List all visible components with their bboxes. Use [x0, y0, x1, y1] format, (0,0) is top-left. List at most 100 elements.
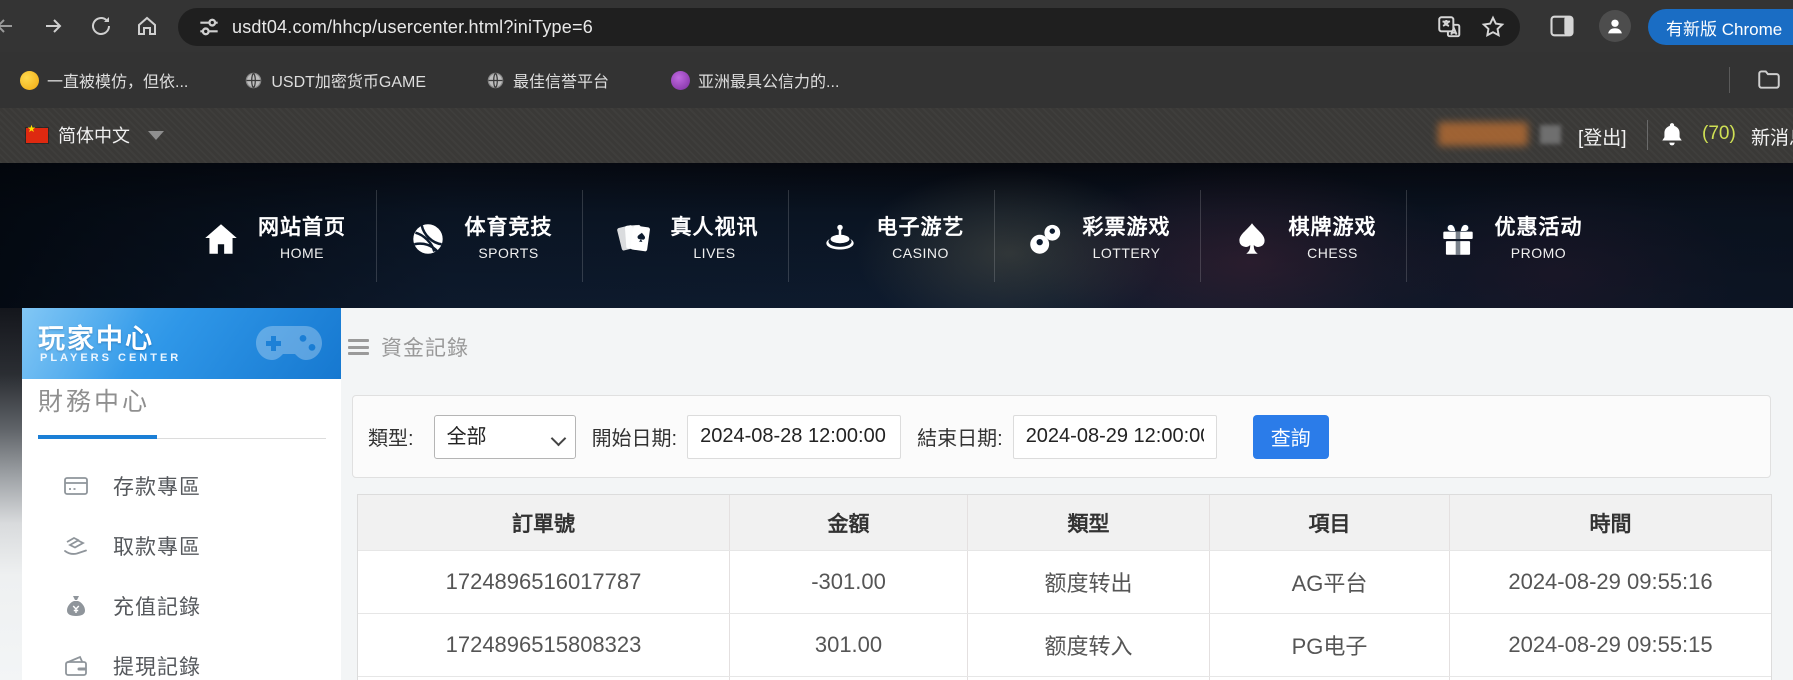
bell-icon[interactable]	[1659, 121, 1685, 147]
cell-time: 2024-08-29 09:55:15	[1449, 614, 1771, 676]
main-navigation: 网站首页 HOME 体育竞技 SPORTS 真人视讯 LIVES 电子游艺 CA…	[0, 163, 1793, 308]
sidebar-section-title: 財務中心	[38, 388, 151, 416]
nav-label-zh: 棋牌游戏	[1288, 215, 1377, 239]
profile-avatar[interactable]	[1599, 10, 1631, 42]
sidebar-item-withdrawal-records[interactable]: 提現記錄	[22, 636, 341, 680]
nav-label-zh: 彩票游戏	[1082, 215, 1171, 239]
nav-label-en: SPORTS	[478, 244, 539, 261]
menu-icon[interactable]	[348, 339, 369, 355]
bookmark-label: 最佳信誉平台	[513, 74, 610, 91]
funds-table: 訂單號 金額 類型 項目 時間 1724896516017787 -301.00…	[357, 494, 1772, 680]
folder-icon[interactable]	[1756, 66, 1782, 92]
wallet-icon	[63, 653, 89, 679]
nav-item-lottery[interactable]: 彩票游戏 LOTTERY	[994, 189, 1200, 282]
section-divider-accent	[38, 435, 157, 439]
table-row: 1724896516017787 -301.00 额度转出 AG平台 2024-…	[358, 550, 1771, 613]
sidebar-item-recharge-records[interactable]: 充值記錄	[22, 576, 341, 636]
lottery-balls-icon	[1025, 218, 1067, 260]
redacted-username	[1438, 122, 1528, 146]
playing-cards-icon	[613, 218, 655, 260]
bookmark-label: USDT加密货币GAME	[271, 74, 427, 91]
bookmark-label: 亚洲最具公信力的...	[698, 74, 840, 91]
notice-link[interactable]: 新消息	[1751, 123, 1793, 150]
end-date-input[interactable]	[1012, 414, 1217, 459]
cell-order-no: 1724896516017787	[445, 569, 642, 594]
search-button[interactable]: 查詢	[1252, 414, 1329, 459]
table-row-partial	[358, 676, 1771, 680]
bookmark-item[interactable]: 一直被模仿，但依...	[20, 68, 189, 92]
user-bar: 简体中文 [登出] (70) 新消息	[0, 108, 1793, 163]
sidebar-item-withdraw[interactable]: 取款專區	[22, 516, 341, 576]
nav-label-en: PROMO	[1510, 244, 1567, 261]
url-bar[interactable]: usdt04.com/hhcp/usercenter.html?iniType=…	[178, 8, 1520, 46]
bookmark-item[interactable]: 亚洲最具公信力的...	[671, 68, 839, 92]
column-header: 訂單號	[512, 512, 575, 536]
bookmarks-bar: 一直被模仿，但依... USDT加密货币GAME 最佳信誉平台 亚洲最具公信力的…	[0, 52, 1793, 108]
bank-card-icon	[63, 473, 89, 499]
nav-label-en: LOTTERY	[1092, 244, 1161, 261]
url-text[interactable]: usdt04.com/hhcp/usercenter.html?iniType=…	[232, 17, 593, 38]
reload-icon[interactable]	[86, 11, 116, 41]
bookmark-favicon	[671, 70, 691, 90]
nav-item-sports[interactable]: 体育竞技 SPORTS	[376, 189, 582, 282]
cell-item: PG电子	[1209, 614, 1449, 676]
nav-label-zh: 网站首页	[258, 215, 346, 239]
userbar-divider	[1647, 120, 1648, 150]
cell-amount: 301.00	[729, 614, 967, 676]
sidebar-item-label: 存款專區	[113, 476, 201, 499]
type-select[interactable]: 全部	[433, 414, 576, 459]
gift-icon	[1437, 218, 1479, 260]
content-area: 玩家中心 PLAYERS CENTER 財務中心 存款專區 取款專區 充值記錄 …	[0, 308, 1793, 680]
nav-item-promo[interactable]: 优惠活动 PROMO	[1406, 189, 1612, 282]
back-icon[interactable]	[0, 11, 20, 41]
nav-label-en: LIVES	[693, 244, 736, 261]
roulette-icon	[819, 218, 861, 260]
language-selector[interactable]: 简体中文	[26, 122, 164, 148]
column-header: 時間	[1449, 495, 1771, 550]
home-button-icon[interactable]	[132, 11, 162, 41]
chevron-down-icon	[148, 130, 164, 140]
hand-money-icon	[63, 533, 89, 559]
side-panel-icon[interactable]	[1548, 12, 1576, 40]
notice-count[interactable]: (70)	[1702, 123, 1736, 145]
nav-item-lives[interactable]: 真人视讯 LIVES	[582, 189, 788, 282]
nav-item-chess[interactable]: 棋牌游戏 CHESS	[1200, 189, 1406, 282]
type-select-wrap: 全部	[433, 414, 576, 459]
bookmark-item[interactable]: USDT加密货币GAME	[244, 68, 426, 92]
browser-toolbar: usdt04.com/hhcp/usercenter.html?iniType=…	[0, 0, 1793, 52]
column-header: 類型	[967, 495, 1209, 550]
nav-label-en: CHESS	[1307, 244, 1358, 261]
nav-item-casino[interactable]: 电子游艺 CASINO	[788, 189, 994, 282]
table-header-row: 訂單號 金額 類型 項目 時間	[358, 495, 1771, 550]
globe-icon	[244, 71, 263, 90]
chrome-update-button[interactable]: 有新版 Chrome	[1648, 9, 1793, 45]
site-info-icon[interactable]	[196, 14, 222, 40]
banner-subtitle: PLAYERS CENTER	[40, 352, 182, 364]
bookmark-star-icon[interactable]	[1480, 14, 1506, 40]
players-center-banner: 玩家中心 PLAYERS CENTER	[22, 308, 341, 379]
nav-label-zh: 体育竞技	[464, 215, 553, 239]
bookmark-item[interactable]: 最佳信誉平台	[486, 68, 609, 92]
nav-label-zh: 电子游艺	[876, 215, 965, 239]
cell-item: AG平台	[1209, 551, 1449, 613]
sidebar-item-deposit[interactable]: 存款專區	[22, 456, 341, 516]
bookmark-favicon	[20, 70, 39, 90]
nav-label-zh: 真人视讯	[670, 215, 759, 239]
end-date-label: 結束日期:	[917, 428, 1003, 450]
nav-label-en: HOME	[280, 244, 324, 261]
bookmark-label: 一直被模仿，但依...	[47, 74, 189, 91]
forward-icon[interactable]	[38, 11, 68, 41]
page-title: 資金記錄	[381, 337, 469, 360]
spade-icon	[1231, 218, 1273, 260]
cell-order-no: 1724896515808323	[445, 632, 642, 657]
home-icon	[200, 218, 242, 260]
column-header: 項目	[1209, 495, 1449, 550]
cell-time: 2024-08-29 09:55:16	[1449, 551, 1771, 613]
logout-link[interactable]: [登出]	[1578, 123, 1627, 150]
start-date-input[interactable]	[687, 414, 902, 459]
cell-type: 额度转出	[967, 551, 1209, 613]
translate-icon[interactable]	[1436, 14, 1462, 40]
nav-item-home[interactable]: 网站首页 HOME	[170, 190, 376, 282]
sidebar-item-label: 充值記錄	[113, 596, 201, 619]
filter-panel: 類型: 全部 開始日期: 結束日期: 查詢	[352, 395, 1771, 478]
